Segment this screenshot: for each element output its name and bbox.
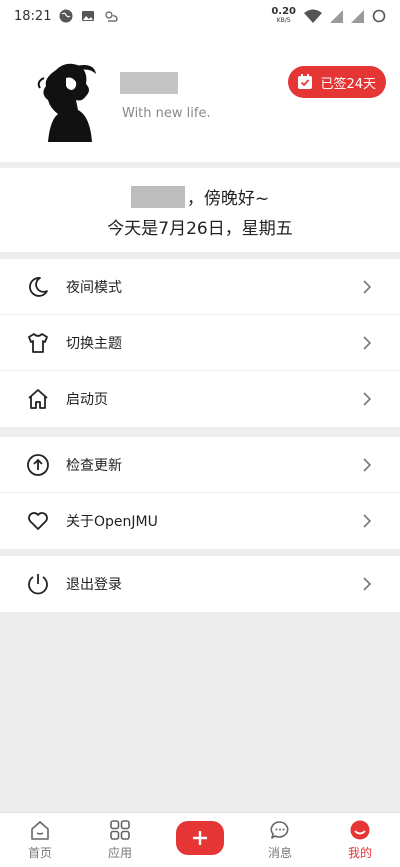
shirt-icon	[26, 331, 50, 355]
nav-publish[interactable]	[160, 813, 240, 867]
menu-label: 夜间模式	[66, 279, 122, 296]
status-time: 18:21	[14, 8, 52, 24]
avatar[interactable]	[36, 60, 98, 142]
menu-item-splash-page[interactable]: 启动页	[0, 371, 400, 427]
greeting-text: ，傍晚好~	[186, 189, 270, 209]
weather-icon	[105, 11, 118, 22]
user-face-icon	[350, 820, 370, 840]
upload-circle-icon	[26, 453, 50, 477]
nav-messages-label: 消息	[267, 846, 292, 860]
chat-icon	[270, 821, 289, 839]
nav-apps-label: 应用	[107, 846, 132, 860]
heart-icon	[26, 509, 50, 533]
nav-home-label: 首页	[27, 846, 52, 860]
menu-item-about[interactable]: 关于OpenJMU	[0, 493, 400, 549]
greeting-card: ，傍晚好~ 今天是7月26日，星期五	[0, 168, 400, 252]
chevron-right-icon	[363, 336, 372, 350]
date-text: 今天是7月26日，星期五	[107, 219, 293, 239]
image-icon	[82, 11, 95, 21]
status-bar: 18:21 0.20 KB/S	[0, 0, 400, 32]
chevron-right-icon	[363, 392, 372, 406]
grid-icon	[110, 820, 130, 840]
add-button[interactable]	[176, 821, 224, 855]
sign-in-badge[interactable]: 已签24天	[288, 66, 386, 98]
menu-group-display: 夜间模式 切换主题 启动页	[0, 259, 400, 427]
profile-slogan: With new life.	[122, 106, 211, 121]
network-speed: 0.20 KB/S	[271, 6, 296, 25]
menu-group-account: 退出登录	[0, 556, 400, 612]
nav-mine-label: 我的	[347, 846, 372, 860]
power-icon	[26, 572, 50, 596]
chevron-right-icon	[363, 514, 372, 528]
username-redacted	[120, 72, 178, 94]
menu-label: 关于OpenJMU	[66, 514, 158, 530]
greeting-name-redacted	[130, 185, 185, 208]
nav-home[interactable]: 首页	[0, 813, 80, 867]
chevron-right-icon	[363, 280, 372, 294]
battery-circle-icon	[372, 9, 386, 23]
home-icon	[31, 821, 49, 840]
chevron-right-icon	[363, 577, 372, 591]
menu-label: 检查更新	[66, 457, 122, 474]
menu-label: 启动页	[66, 392, 108, 408]
profile-header: With new life. 已签24天	[0, 32, 400, 162]
menu-item-night-mode[interactable]: 夜间模式	[0, 259, 400, 315]
signal-icon	[330, 9, 343, 23]
wifi-icon	[304, 9, 322, 23]
moon-icon	[26, 275, 50, 299]
menu-item-logout[interactable]: 退出登录	[0, 556, 400, 612]
nav-messages[interactable]: 消息	[240, 813, 320, 867]
menu-item-check-update[interactable]: 检查更新	[0, 437, 400, 493]
menu-group-app: 检查更新 关于OpenJMU	[0, 437, 400, 549]
home-icon	[26, 387, 50, 411]
menu-label: 切换主题	[66, 335, 122, 352]
bottom-nav: 首页 应用 消息 我的	[0, 812, 400, 867]
greeting-line: ，傍晚好~	[0, 184, 400, 209]
menu-label: 退出登录	[66, 577, 122, 593]
nav-apps[interactable]: 应用	[80, 813, 160, 867]
plus-icon	[193, 831, 207, 845]
chevron-right-icon	[363, 458, 372, 472]
sign-in-label: 已签24天	[320, 76, 376, 92]
menu-item-switch-theme[interactable]: 切换主题	[0, 315, 400, 371]
signal-icon-2	[351, 9, 364, 23]
globe-icon	[59, 9, 73, 23]
calendar-check-icon	[298, 74, 313, 89]
nav-mine[interactable]: 我的	[320, 813, 400, 867]
